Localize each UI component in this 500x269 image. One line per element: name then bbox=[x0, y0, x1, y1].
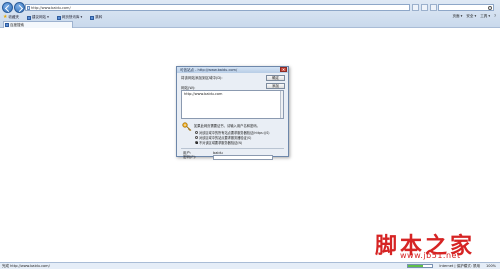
radio-label: 不对该区域要求服务器验证(N) bbox=[199, 141, 243, 145]
cmd-safety[interactable]: 安全 ▾ bbox=[466, 14, 476, 19]
address-tools bbox=[412, 4, 437, 11]
fav-item-slices[interactable]: 网页快讯库 ▾ bbox=[56, 15, 83, 20]
scrollbar[interactable] bbox=[280, 91, 283, 118]
status-bar: 完成 http://www.baidu.com/ Internet | 保护模式… bbox=[0, 262, 500, 269]
websites-list[interactable]: http://www.baidu.com bbox=[181, 90, 284, 119]
progress-fill bbox=[408, 265, 423, 267]
back-button[interactable] bbox=[2, 2, 13, 13]
zone-text: Internet | 保护模式: 禁用 bbox=[439, 264, 480, 268]
add-button[interactable]: 添加 bbox=[266, 83, 285, 89]
favorites-bar: ★ 收藏夹 建议网站 ▾ 网页快讯库 ▾ 跳转 bbox=[0, 14, 500, 21]
search-input[interactable] bbox=[438, 4, 494, 11]
tab-bar: 百度搜索 bbox=[0, 21, 500, 28]
warning-text: 如果此网页需要证书，请输入用户名和密码。 bbox=[194, 124, 260, 128]
command-bar: 页面 ▾ 安全 ▾ 工具 ▾ ? bbox=[453, 14, 496, 19]
link-icon bbox=[56, 15, 61, 20]
fav-item-suggested[interactable]: 建议网站 ▾ bbox=[26, 15, 49, 20]
list-item[interactable]: http://www.baidu.com bbox=[184, 92, 281, 96]
star-icon: ★ bbox=[3, 14, 8, 20]
page-icon bbox=[5, 23, 9, 27]
compatibility-icon[interactable] bbox=[412, 4, 419, 11]
key-icon bbox=[182, 122, 192, 131]
add-zone-label: 将该网站添加到区域中(D): bbox=[181, 76, 223, 80]
favorites-button[interactable]: ★ 收藏夹 bbox=[3, 15, 19, 20]
forward-button[interactable] bbox=[14, 2, 25, 13]
link-icon bbox=[26, 15, 31, 20]
status-right: Internet | 保护模式: 禁用 100% bbox=[407, 263, 496, 269]
radio-button-selected[interactable] bbox=[195, 141, 198, 144]
fav-item-label: 建议网站 ▾ bbox=[31, 15, 49, 19]
stop-icon[interactable] bbox=[430, 4, 437, 11]
cmd-help[interactable]: ? bbox=[494, 14, 496, 19]
favorites-label: 收藏夹 bbox=[8, 15, 19, 19]
tab-label: 百度搜索 bbox=[10, 23, 24, 27]
progress-bar bbox=[407, 264, 434, 268]
radio-button[interactable] bbox=[195, 131, 198, 134]
fav-item-label: 网页快讯库 ▾ bbox=[61, 15, 83, 19]
cmd-tools[interactable]: 工具 ▾ bbox=[480, 14, 490, 19]
trusted-sites-dialog: 可信站点 - http://www.baidu.com/ ✕ 将该网站添加到区域… bbox=[176, 66, 289, 160]
tab-current[interactable]: 百度搜索 bbox=[3, 21, 73, 28]
page-icon bbox=[27, 6, 30, 10]
fav-item-goto[interactable]: 跳转 bbox=[90, 15, 102, 20]
ok-button[interactable]: 确定 bbox=[266, 75, 285, 81]
status-text: 完成 http://www.baidu.com/ bbox=[2, 264, 50, 268]
fav-item-label: 跳转 bbox=[95, 15, 103, 19]
dialog-body: 将该网站添加到区域中(D): 确定 添加 网站(W): http://www.b… bbox=[177, 73, 288, 160]
close-icon[interactable]: ✕ bbox=[280, 67, 287, 72]
address-bar[interactable]: http://www.baidu.com/ bbox=[25, 4, 410, 11]
zoom-level[interactable]: 100% bbox=[486, 263, 496, 269]
refresh-icon[interactable] bbox=[421, 4, 428, 11]
radio-button[interactable] bbox=[195, 136, 198, 139]
watermark-url: www.jb51.net bbox=[400, 251, 461, 260]
password-input[interactable] bbox=[213, 155, 273, 160]
search-icon[interactable] bbox=[488, 6, 492, 10]
link-icon bbox=[90, 15, 95, 20]
password-label: 密码(P): bbox=[183, 155, 197, 159]
radio-option-3[interactable]: 不对该区域要求服务器验证(N) bbox=[195, 140, 242, 145]
divider bbox=[181, 148, 284, 149]
dialog-title-text: 可信站点 - http://www.baidu.com/ bbox=[180, 68, 238, 72]
cmd-page[interactable]: 页面 ▾ bbox=[453, 14, 463, 19]
address-url: http://www.baidu.com/ bbox=[31, 6, 71, 10]
